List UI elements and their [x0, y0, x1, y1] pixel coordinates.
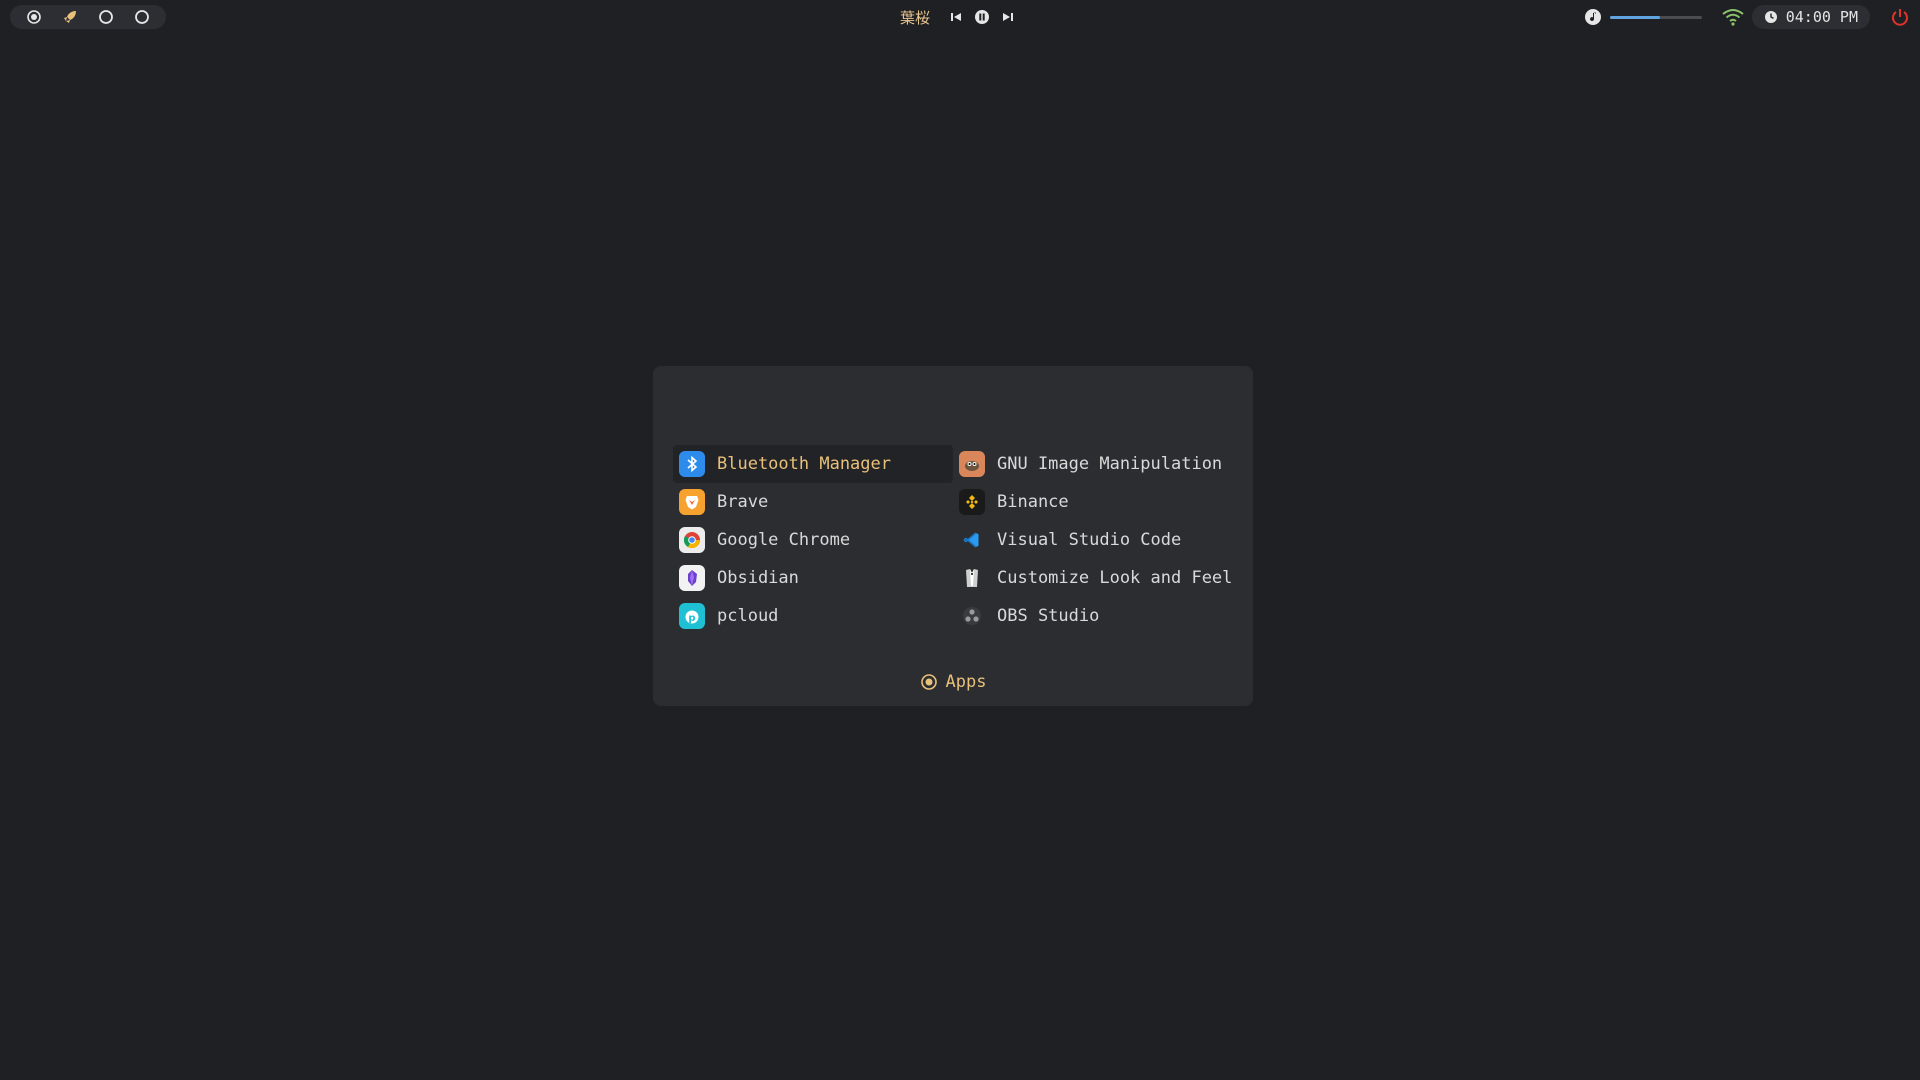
clock-time: 04:00 PM — [1785, 8, 1858, 26]
pcloud-icon: p — [679, 603, 705, 629]
music-note-icon[interactable] — [1584, 8, 1602, 26]
app-item-bluetooth-manager[interactable]: Bluetooth Manager — [673, 445, 953, 483]
app-item-obsidian[interactable]: Obsidian — [673, 559, 953, 597]
workspace-switcher — [10, 5, 166, 29]
bluetooth-icon — [679, 451, 705, 477]
workspace-2[interactable] — [60, 7, 80, 27]
next-track-button[interactable] — [1000, 9, 1016, 25]
brave-icon — [679, 489, 705, 515]
tuxedo-icon — [959, 565, 985, 591]
play-pause-button[interactable] — [974, 9, 990, 25]
clock-icon — [1764, 11, 1777, 23]
record-icon — [27, 10, 41, 24]
app-item-binance[interactable]: Binance — [953, 483, 1233, 521]
svg-text:p: p — [688, 613, 695, 624]
app-item-google-chrome[interactable]: Google Chrome — [673, 521, 953, 559]
now-playing-title[interactable]: 葉桜 — [900, 7, 930, 28]
app-label: pcloud — [717, 606, 779, 626]
app-item-pcloud[interactable]: p pcloud — [673, 597, 953, 635]
app-label: Google Chrome — [717, 530, 851, 550]
app-item-customize-look-and-feel[interactable]: Customize Look and Feel — [953, 559, 1233, 597]
workspace-3[interactable] — [96, 7, 116, 27]
launcher-mode-label: Apps — [945, 672, 987, 692]
obsidian-icon — [679, 565, 705, 591]
volume-slider[interactable] — [1609, 15, 1702, 19]
skip-forward-icon — [1003, 13, 1014, 21]
apps-mode-icon — [920, 674, 937, 690]
media-controls: 葉桜 — [900, 6, 1016, 28]
chrome-icon — [679, 527, 705, 553]
app-label: OBS Studio — [997, 606, 1100, 626]
launcher-search-input[interactable] — [673, 380, 1237, 422]
launcher-mode-indicator[interactable]: Apps — [653, 672, 1253, 692]
skip-back-icon — [951, 13, 962, 21]
vscode-icon — [959, 527, 985, 553]
obs-icon — [959, 603, 985, 629]
app-label: Obsidian — [717, 568, 799, 588]
app-item-visual-studio-code[interactable]: Visual Studio Code — [953, 521, 1233, 559]
app-label: Visual Studio Code — [997, 530, 1182, 550]
status-area: 04:00 PM — [1584, 5, 1920, 29]
app-launcher: Bluetooth Manager GNU Image Manipulation… — [653, 366, 1253, 706]
power-icon[interactable] — [1890, 7, 1910, 27]
rocket-icon — [64, 11, 76, 23]
wifi-icon[interactable] — [1722, 8, 1744, 26]
app-list: Bluetooth Manager GNU Image Manipulation… — [673, 445, 1233, 635]
app-label: Binance — [997, 492, 1069, 512]
previous-track-button[interactable] — [948, 9, 964, 25]
top-bar: 葉桜 04:00 PM — [0, 0, 1920, 34]
gimp-icon — [959, 451, 985, 477]
app-label: Customize Look and Feel — [997, 568, 1233, 588]
pause-icon — [975, 10, 990, 24]
clock-widget[interactable]: 04:00 PM — [1751, 5, 1870, 29]
app-item-obs-studio[interactable]: OBS Studio — [953, 597, 1233, 635]
binance-icon — [959, 489, 985, 515]
app-label: GNU Image Manipulation P… — [997, 454, 1233, 474]
workspace-4[interactable] — [132, 7, 152, 27]
app-item-gimp[interactable]: GNU Image Manipulation P… — [953, 445, 1233, 483]
app-item-brave[interactable]: Brave — [673, 483, 953, 521]
ring-icon — [99, 10, 113, 24]
ring-icon — [135, 10, 149, 24]
workspace-1[interactable] — [24, 7, 44, 27]
app-label: Bluetooth Manager — [717, 454, 891, 474]
app-label: Brave — [717, 492, 769, 512]
volume-slider-fill — [1609, 15, 1661, 19]
